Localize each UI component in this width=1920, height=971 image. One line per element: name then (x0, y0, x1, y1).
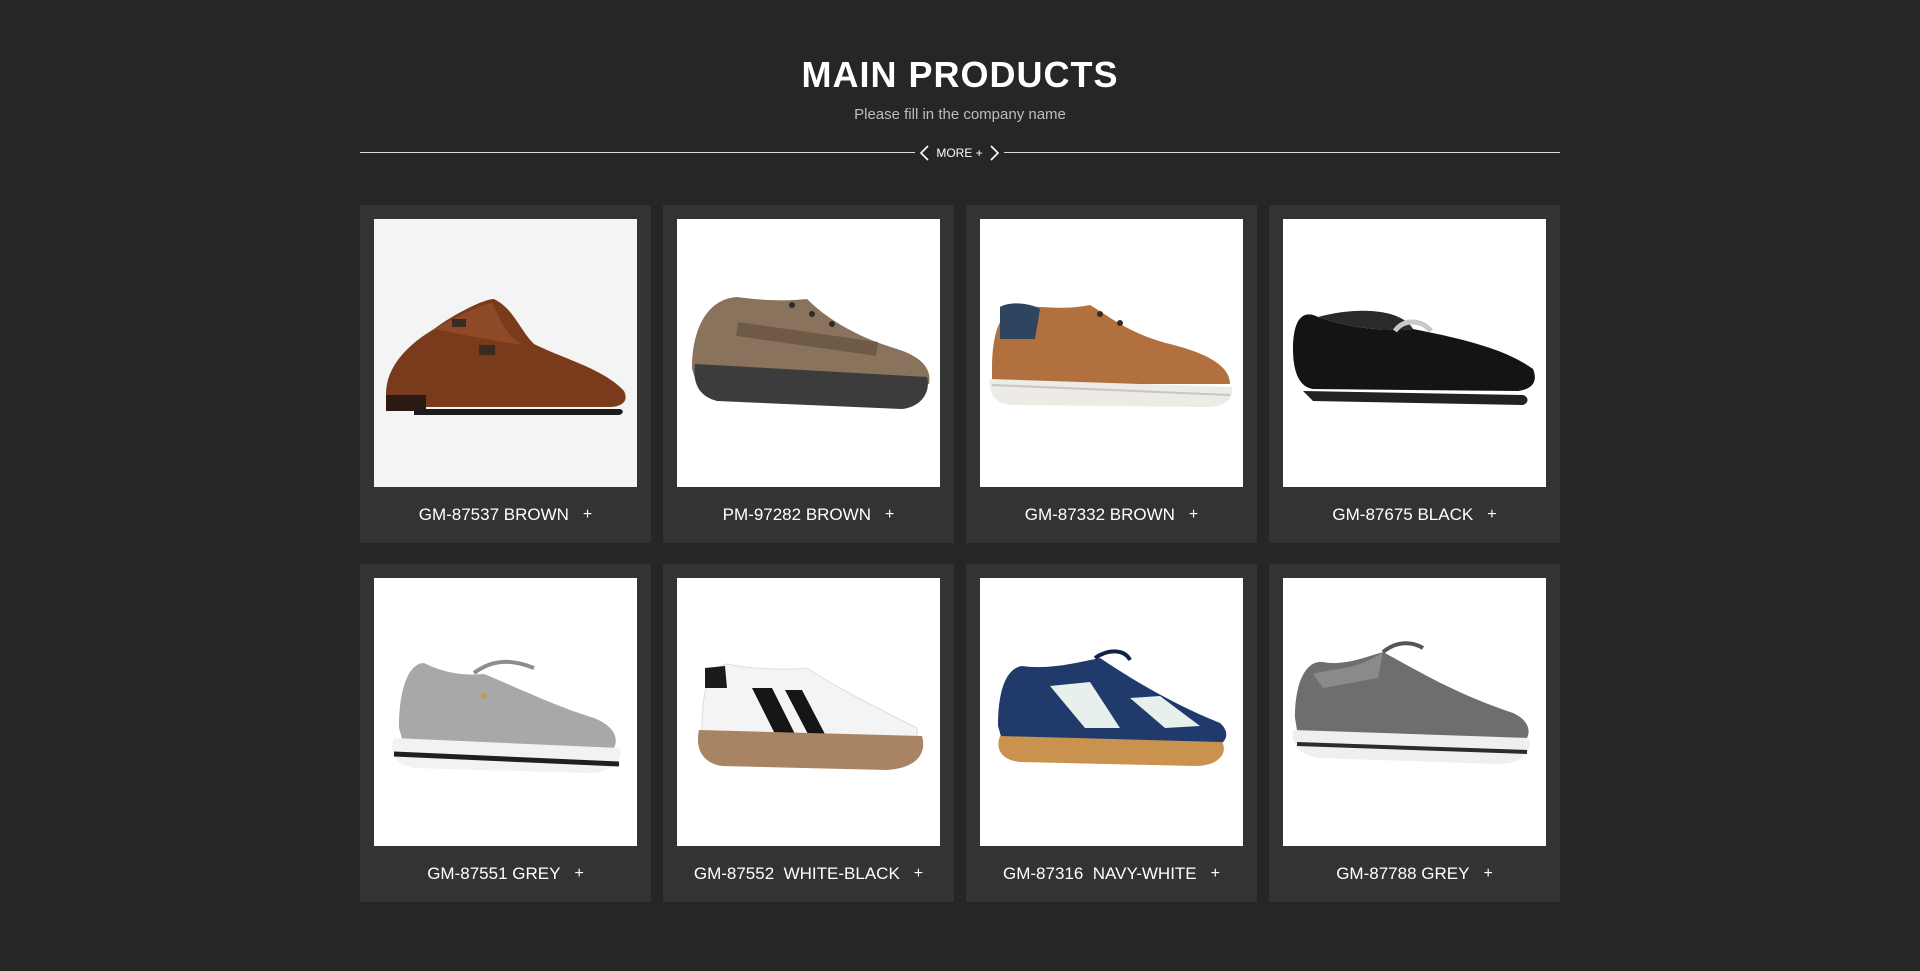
chevron-right-icon (987, 143, 1001, 163)
product-image[interactable] (374, 578, 637, 846)
brown-suede-derby-shoe-icon (980, 219, 1243, 487)
brown-casual-sneaker-icon (677, 219, 940, 487)
plus-icon: + (1210, 865, 1220, 882)
page-subtitle: Please fill in the company name (854, 106, 1066, 123)
plus-icon: + (1483, 865, 1493, 882)
product-card[interactable]: GM-87332 BROWN + (966, 205, 1257, 543)
white-black-stripe-sneaker-icon (677, 578, 940, 846)
main-products-section: MAIN PRODUCTS Please fill in the company… (0, 0, 1920, 971)
plus-icon: + (574, 865, 584, 882)
product-caption[interactable]: GM-87551 GREY + (360, 846, 651, 902)
navy-white-sneaker-icon (980, 578, 1243, 846)
product-card[interactable]: GM-87551 GREY + (360, 564, 651, 902)
product-name: GM-87316 NAVY-WHITE (1002, 864, 1197, 883)
product-image[interactable] (374, 219, 637, 487)
product-name: GM-87675 BLACK (1332, 505, 1474, 524)
plus-icon: + (884, 506, 895, 523)
product-card[interactable]: GM-87552 WHITE-BLACK + (663, 564, 954, 902)
product-name: GM-87552 WHITE-BLACK (693, 864, 900, 883)
more-label: MORE + (936, 146, 983, 160)
more-link[interactable]: MORE + (915, 143, 1004, 163)
product-name: GM-87788 GREY (1336, 864, 1470, 883)
divider-line-left (360, 152, 915, 153)
product-grid: GM-87537 BROWN + PM-97282 BROWN + GM-873… (360, 205, 1560, 902)
product-name: GM-87551 GREY (427, 864, 561, 883)
page-title: MAIN PRODUCTS (801, 54, 1119, 95)
product-card[interactable]: GM-87316 NAVY-WHITE + (966, 564, 1257, 902)
product-name: GM-87537 BROWN (418, 505, 569, 524)
product-card[interactable]: GM-87537 BROWN + (360, 205, 651, 543)
product-image[interactable] (1283, 578, 1546, 846)
divider-line-right (1004, 152, 1560, 153)
black-loafer-icon (1283, 219, 1546, 487)
section-divider: MORE + (360, 143, 1560, 163)
plus-icon: + (1487, 506, 1497, 523)
product-image[interactable] (677, 219, 940, 487)
product-caption[interactable]: PM-97282 BROWN + (663, 487, 954, 543)
product-image[interactable] (1283, 219, 1546, 487)
product-caption[interactable]: GM-87788 GREY + (1269, 846, 1560, 902)
product-card[interactable]: GM-87675 BLACK + (1269, 205, 1560, 543)
product-image[interactable] (677, 578, 940, 846)
product-caption[interactable]: GM-87537 BROWN + (360, 487, 651, 543)
product-name: GM-87332 BROWN (1024, 505, 1175, 524)
product-image[interactable] (980, 578, 1243, 846)
grey-knit-sneaker-icon (374, 578, 637, 846)
product-name: PM-97282 BROWN (722, 505, 871, 524)
product-image[interactable] (980, 219, 1243, 487)
product-caption[interactable]: GM-87332 BROWN + (966, 487, 1257, 543)
chevron-left-icon (918, 143, 932, 163)
product-caption[interactable]: GM-87675 BLACK + (1269, 487, 1560, 543)
product-caption[interactable]: GM-87552 WHITE-BLACK + (663, 846, 954, 902)
brown-monk-strap-shoe-icon (374, 219, 637, 487)
plus-icon: + (1188, 506, 1199, 523)
product-caption[interactable]: GM-87316 NAVY-WHITE + (966, 846, 1257, 902)
product-card[interactable]: PM-97282 BROWN + (663, 205, 954, 543)
plus-icon: + (913, 865, 924, 882)
plus-icon: + (582, 506, 593, 523)
product-card[interactable]: GM-87788 GREY + (1269, 564, 1560, 902)
grey-running-shoe-icon (1283, 578, 1546, 846)
